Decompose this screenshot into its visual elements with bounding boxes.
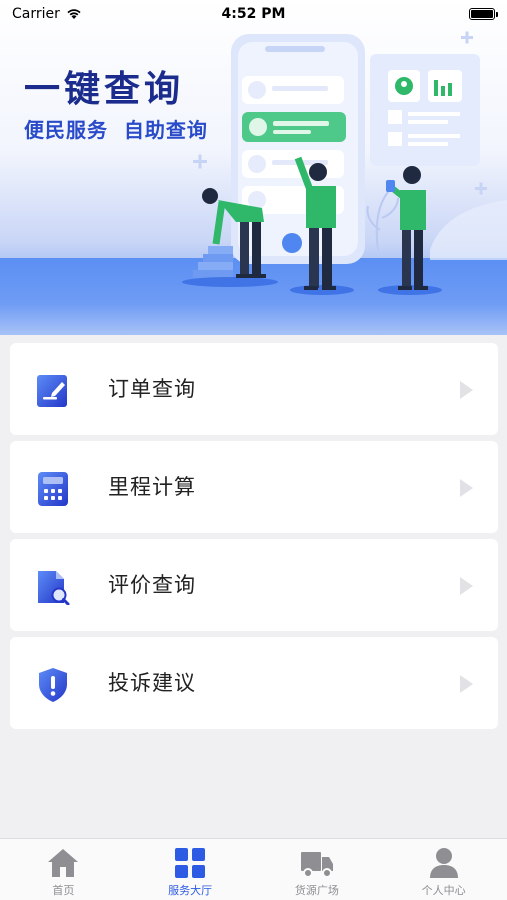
wifi-icon xyxy=(67,9,81,19)
shield-alert-icon xyxy=(39,668,67,702)
dashboard-card-illustration xyxy=(370,54,480,166)
chevron-right-icon xyxy=(460,381,473,399)
banner-subtitle: 便民服务 自助查询 xyxy=(24,118,208,142)
tab-label-service-hall: 服务大厅 xyxy=(168,884,213,897)
banner: 一键查询 便民服务 自助查询 xyxy=(0,0,507,335)
tab-label-cargo-square: 货源广场 xyxy=(294,884,339,897)
chevron-right-icon xyxy=(460,577,473,595)
tab-cargo-square[interactable]: 货源广场 xyxy=(254,839,381,900)
menu-label-review-query: 评价查询 xyxy=(108,573,196,597)
calculator-icon xyxy=(38,472,68,506)
tab-label-personal-center: 个人中心 xyxy=(421,884,466,897)
carrier-label: Carrier xyxy=(12,6,60,22)
person-icon xyxy=(429,848,458,878)
stairs-illustration xyxy=(193,246,233,278)
menu-label-order-query: 订单查询 xyxy=(108,377,196,401)
status-bar: Carrier 4:52 PM xyxy=(0,0,507,28)
order-edit-icon xyxy=(37,375,67,407)
menu-label-mileage: 里程计算 xyxy=(108,475,196,499)
grid-icon xyxy=(175,848,206,878)
plant-illustration xyxy=(366,189,399,251)
menu-item-complaint[interactable]: 投诉建议 xyxy=(10,637,498,729)
menu-label-complaint: 投诉建议 xyxy=(108,671,196,695)
home-icon xyxy=(48,849,79,877)
chevron-right-icon xyxy=(460,675,473,693)
tab-service-hall[interactable]: 服务大厅 xyxy=(127,839,254,900)
tab-home[interactable]: 首页 xyxy=(0,839,127,900)
tab-label-home: 首页 xyxy=(52,884,75,897)
chevron-right-icon xyxy=(460,479,473,497)
tab-bar: 首页 服务大厅 货源广场 个人中心 xyxy=(0,838,507,900)
menu-item-mileage[interactable]: 里程计算 xyxy=(10,441,498,533)
phone-illustration xyxy=(231,34,365,264)
menu-item-review-query[interactable]: 评价查询 xyxy=(10,539,498,631)
document-search-icon xyxy=(38,571,70,605)
banner-illustration xyxy=(182,31,507,295)
battery-icon xyxy=(469,8,498,20)
person-phone-illustration xyxy=(386,166,428,290)
tab-personal-center[interactable]: 个人中心 xyxy=(380,839,507,900)
banner-title: 一键查询 xyxy=(24,69,185,110)
menu-item-order-query[interactable]: 订单查询 xyxy=(10,343,498,435)
truck-icon xyxy=(300,852,333,878)
